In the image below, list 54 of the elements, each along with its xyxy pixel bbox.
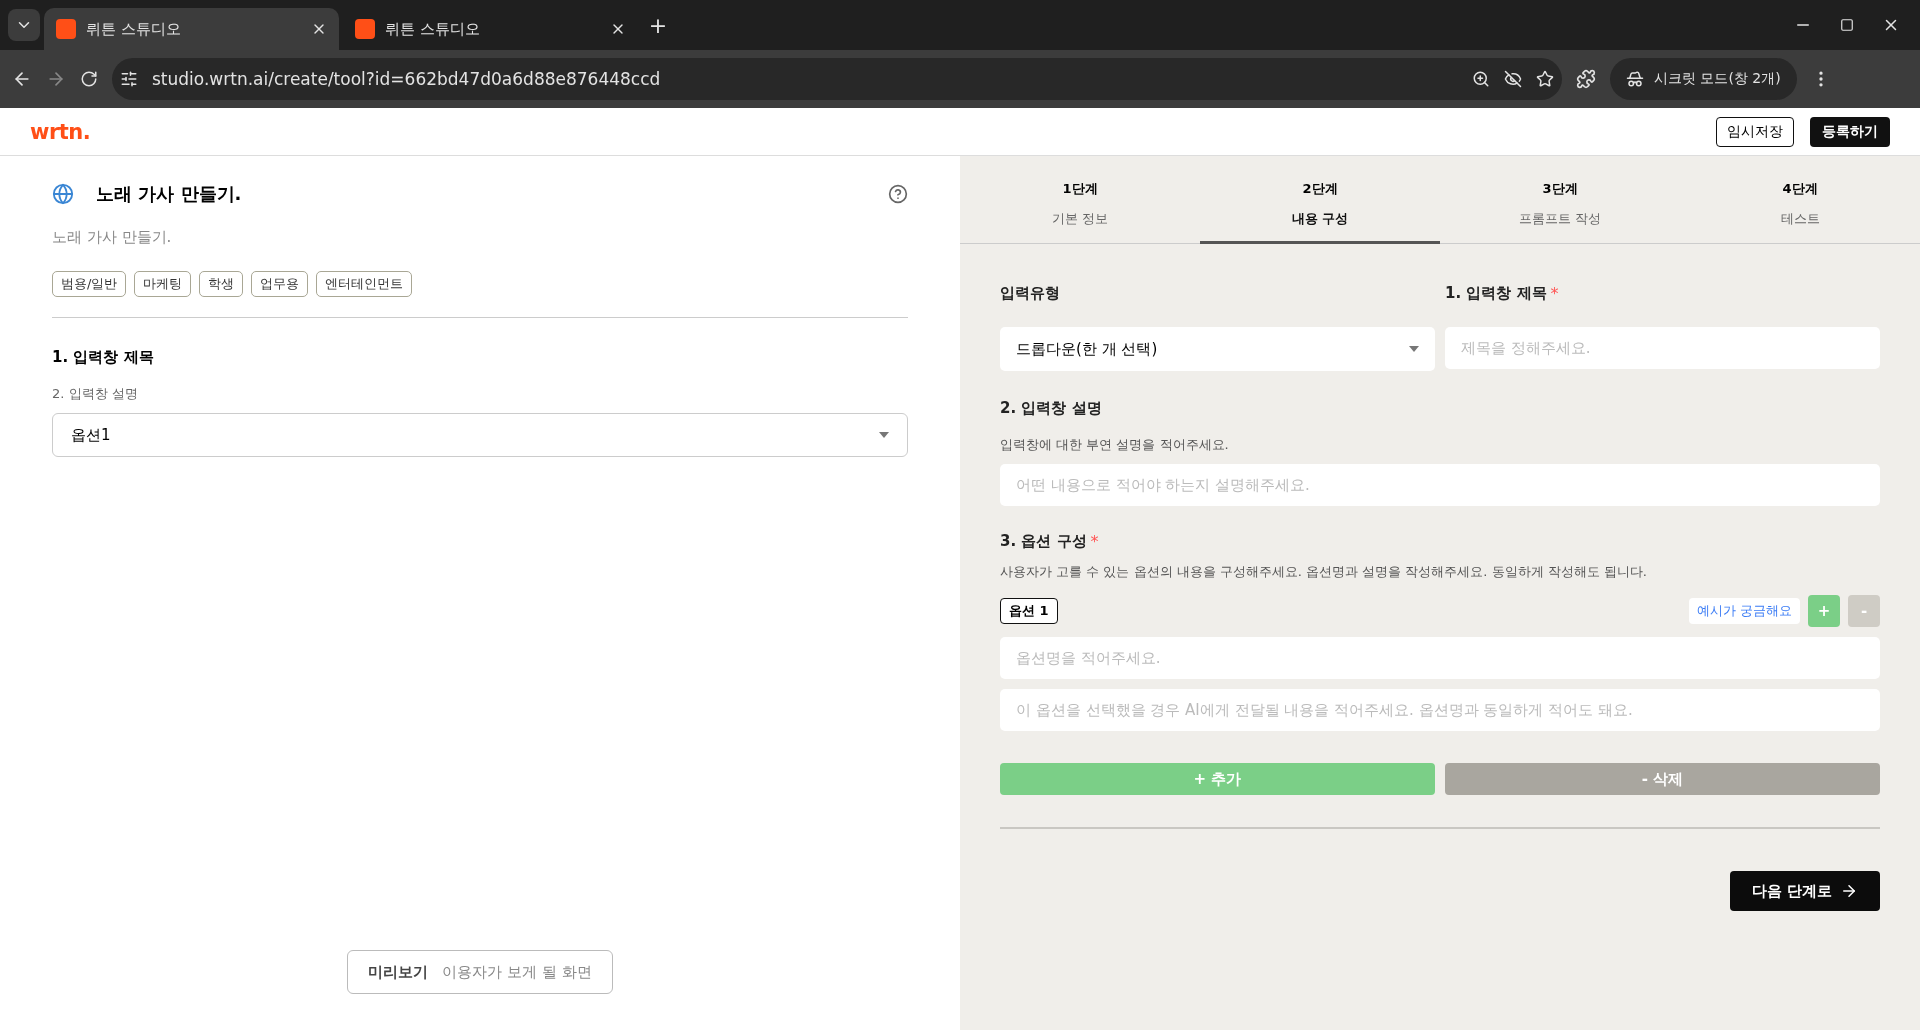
new-tab-button[interactable]: + (642, 9, 674, 41)
description-input-field[interactable]: 어떤 내용으로 적어야 하는지 설명해주세요. (1000, 464, 1880, 506)
step-tab[interactable]: 3단계 프롬프트 작성 (1440, 180, 1680, 244)
required-mark: * (1090, 532, 1099, 551)
category-tag: 학생 (199, 271, 244, 297)
option-name-input-field[interactable]: 옵션명을 적어주세요. (1000, 637, 1880, 679)
site-settings-icon[interactable] (120, 70, 138, 88)
tool-title: 노래 가사 만들기. (96, 182, 243, 206)
help-icon[interactable] (888, 184, 908, 204)
bookmark-star-icon[interactable] (1536, 70, 1554, 88)
step-tab[interactable]: 1단계 기본 정보 (960, 180, 1200, 244)
eye-off-icon[interactable] (1504, 70, 1522, 88)
category-tag: 엔터테인먼트 (316, 271, 413, 297)
tool-description: 노래 가사 만들기. (52, 228, 173, 247)
address-bar[interactable]: studio.wrtn.ai/create/tool?id=662bd47d0a6d88e876448ccd (112, 58, 1562, 100)
input-type-label: 입력유형 (1000, 284, 1061, 303)
step-tab[interactable]: 2단계 내용 구성 (1200, 180, 1440, 244)
field-title: 1. 입력창 제목 (52, 348, 155, 367)
preview-button[interactable]: 미리보기 이용자가 보게 될 화면 (347, 950, 613, 994)
next-step-button[interactable]: 다음 단계로 (1729, 871, 1880, 911)
required-mark: * (1550, 284, 1559, 303)
favicon-icon (355, 19, 375, 39)
tab-search-icon[interactable] (8, 9, 40, 41)
browser-tab[interactable]: 뤼튼 스튜디오 (44, 8, 339, 50)
incognito-icon (1626, 70, 1644, 88)
title-input-field[interactable]: 제목을 정해주세요. (1445, 327, 1880, 369)
option-tag: 옵션 1 (1000, 598, 1058, 624)
zoom-icon[interactable] (1472, 70, 1490, 88)
option-dropdown[interactable]: 옵션1 (52, 413, 908, 457)
register-button[interactable]: 등록하기 (1810, 116, 1890, 147)
caret-icon (1409, 346, 1419, 352)
field-description: 2. 입력창 설명 (52, 385, 139, 403)
options-help-text: 사용자가 고를 수 있는 옵션의 내용을 구성해주세요. 옵션명과 설명을 작성해주세요. 동일하게 작성해도 됩니다. (1000, 563, 1648, 581)
extensions-icon[interactable] (1576, 69, 1596, 89)
description-label: 2. 입력창 설명 (1000, 399, 1103, 418)
incognito-profile-button[interactable]: 시크릿 모드(창 2개) (1610, 58, 1797, 100)
globe-icon (52, 183, 74, 205)
category-tag: 범용/일반 (52, 271, 127, 297)
category-tag: 마케팅 (134, 271, 192, 297)
arrow-right-icon (1840, 882, 1858, 900)
reload-icon[interactable] (80, 70, 98, 88)
caret-icon (879, 432, 889, 438)
description-help-text: 입력창에 대한 부연 설명을 적어주세요. (1000, 436, 1230, 454)
browser-tab[interactable]: 뤼튼 스튜디오 (343, 8, 638, 50)
restore-icon[interactable] (1840, 18, 1854, 32)
option-content-input-field[interactable]: 이 옵션을 선택했을 경우 AI에게 전달될 내용을 적어주세요. 옵션명과 동일하게 적어도 돼요. (1000, 689, 1880, 731)
options-label: 3. 옵션 구성 (1000, 532, 1087, 551)
input-type-dropdown[interactable]: 드롭다운(한 개 선택) (1000, 327, 1435, 371)
category-tag: 업무용 (251, 271, 309, 297)
title-label: 1. 입력창 제목 (1445, 284, 1547, 303)
example-link[interactable]: 예시가 궁금해요 (1688, 598, 1800, 624)
step-tab[interactable]: 4단계 테스트 (1680, 180, 1920, 244)
favicon-icon (56, 19, 76, 39)
save-draft-button[interactable]: 임시저장 (1716, 116, 1794, 147)
